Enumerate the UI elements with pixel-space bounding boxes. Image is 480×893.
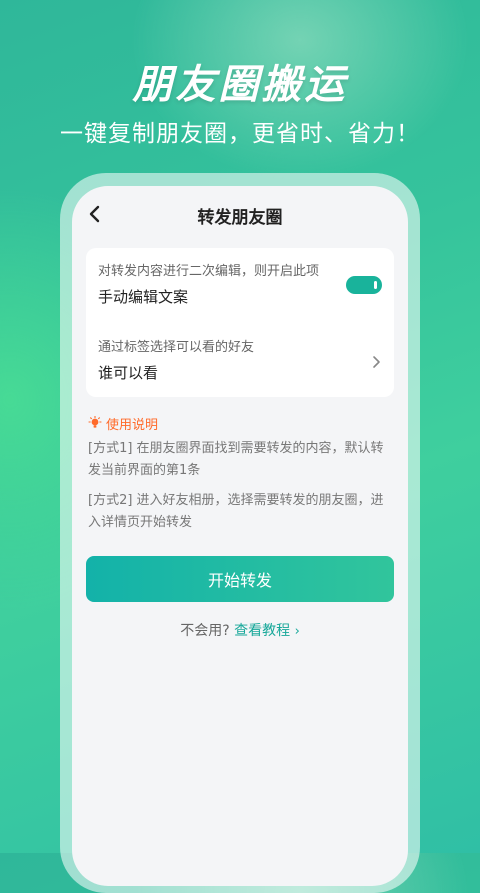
toggle-knob (374, 281, 377, 289)
view-tutorial-link[interactable]: 查看教程 (234, 623, 290, 639)
help-prefix: 不会用? (180, 623, 230, 639)
help-line: 不会用? 查看教程 › (72, 620, 408, 640)
visibility-row[interactable]: 通过标签选择可以看的好友 谁可以看 (98, 338, 382, 384)
app-screen: 转发朋友圈 对转发内容进行二次编辑，则开启此项 手动编辑文案 通过标签选择可以看… (72, 186, 408, 886)
manual-edit-toggle[interactable] (346, 276, 382, 294)
chevron-right-icon (373, 356, 380, 368)
manual-edit-description: 对转发内容进行二次编辑，则开启此项 (98, 264, 320, 279)
nav-bar: 转发朋友圈 (72, 186, 408, 242)
visibility-description: 通过标签选择可以看的好友 (98, 340, 255, 355)
manual-edit-row: 对转发内容进行二次编辑，则开启此项 手动编辑文案 (98, 262, 382, 308)
promo-subtitle: 一键复制朋友圈，更省时、省力！ (60, 121, 420, 147)
promo-title: 朋友圈搬运 (132, 62, 348, 108)
start-forward-button[interactable]: 开始转发 (86, 556, 394, 602)
settings-card: 对转发内容进行二次编辑，则开启此项 手动编辑文案 通过标签选择可以看的好友 谁可… (86, 248, 394, 397)
page-title: 转发朋友圈 (197, 208, 283, 228)
manual-edit-label: 手动编辑文案 (98, 288, 189, 306)
method-1-text: [方式1] 在朋友圈界面找到需要转发的内容，默认转发当前界面的第1条 (88, 441, 384, 478)
visibility-label: 谁可以看 (98, 364, 159, 382)
tutorial-chevron-icon: › (294, 624, 300, 639)
instructions-header: 使用说明 (88, 414, 392, 433)
method-2-text: [方式2] 进入好友相册，选择需要转发的朋友圈，进入详情页开始转发 (88, 493, 384, 530)
instructions-section: 使用说明 [方式1] 在朋友圈界面找到需要转发的内容，默认转发当前界面的第1条 … (88, 414, 392, 534)
instructions-title: 使用说明 (106, 417, 159, 433)
lightbulb-icon (88, 416, 102, 428)
